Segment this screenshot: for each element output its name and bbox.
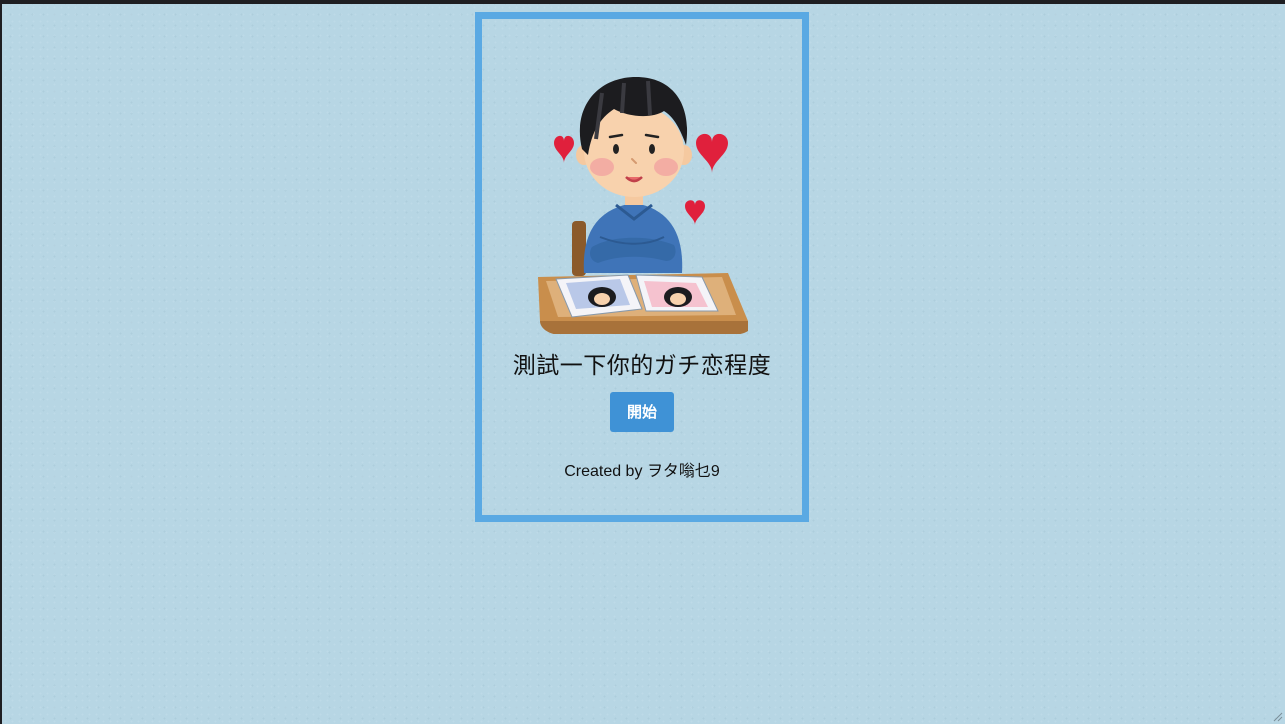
page-viewport: 測試一下你的ガチ恋程度 開始 Created by ヲタ嗡乜9 — [2, 4, 1285, 724]
heart-icon — [696, 133, 728, 173]
resize-grip-icon[interactable] — [1271, 710, 1283, 722]
quiz-card: 測試一下你的ガチ恋程度 開始 Created by ヲタ嗡乜9 — [475, 12, 809, 522]
quiz-title: 測試一下你的ガチ恋程度 — [512, 353, 772, 379]
boy-with-photo-album-illustration — [538, 77, 748, 334]
heart-icon — [685, 200, 705, 225]
start-button[interactable]: 開始 — [610, 392, 674, 432]
credit-text: Created by ヲタ嗡乜9 — [564, 463, 720, 480]
heart-icon — [554, 135, 574, 163]
